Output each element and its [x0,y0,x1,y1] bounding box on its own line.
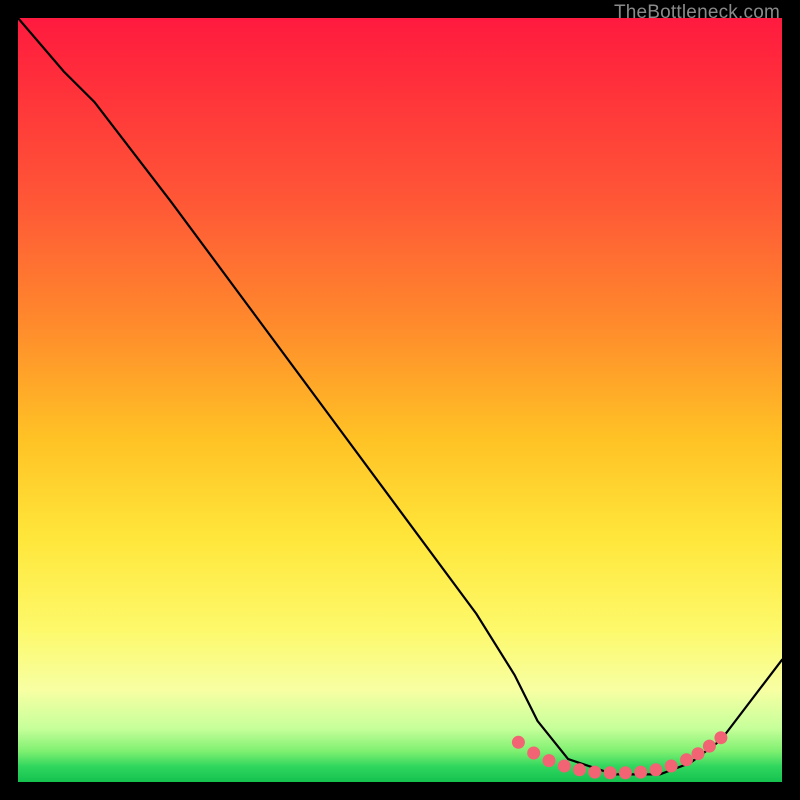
bottleneck-curve [18,18,782,774]
highlight-dot [527,747,540,760]
highlight-dot [619,766,632,779]
highlight-dot [512,736,525,749]
highlight-dot [703,740,716,753]
highlight-dot [692,747,705,760]
highlight-dot [604,766,617,779]
highlight-dot [588,766,601,779]
highlight-dot [558,760,571,773]
highlight-dot [634,766,647,779]
highlight-dot [543,754,556,767]
watermark-text: TheBottleneck.com [614,2,780,24]
chart-plot-area [18,18,782,782]
highlight-dot [573,763,586,776]
chart-frame: TheBottleneck.com [0,0,800,800]
highlight-dot [665,760,678,773]
highlight-dots [512,731,728,779]
highlight-dot [649,763,662,776]
highlight-dot [714,731,727,744]
highlight-dot [680,753,693,766]
chart-svg [18,18,782,782]
